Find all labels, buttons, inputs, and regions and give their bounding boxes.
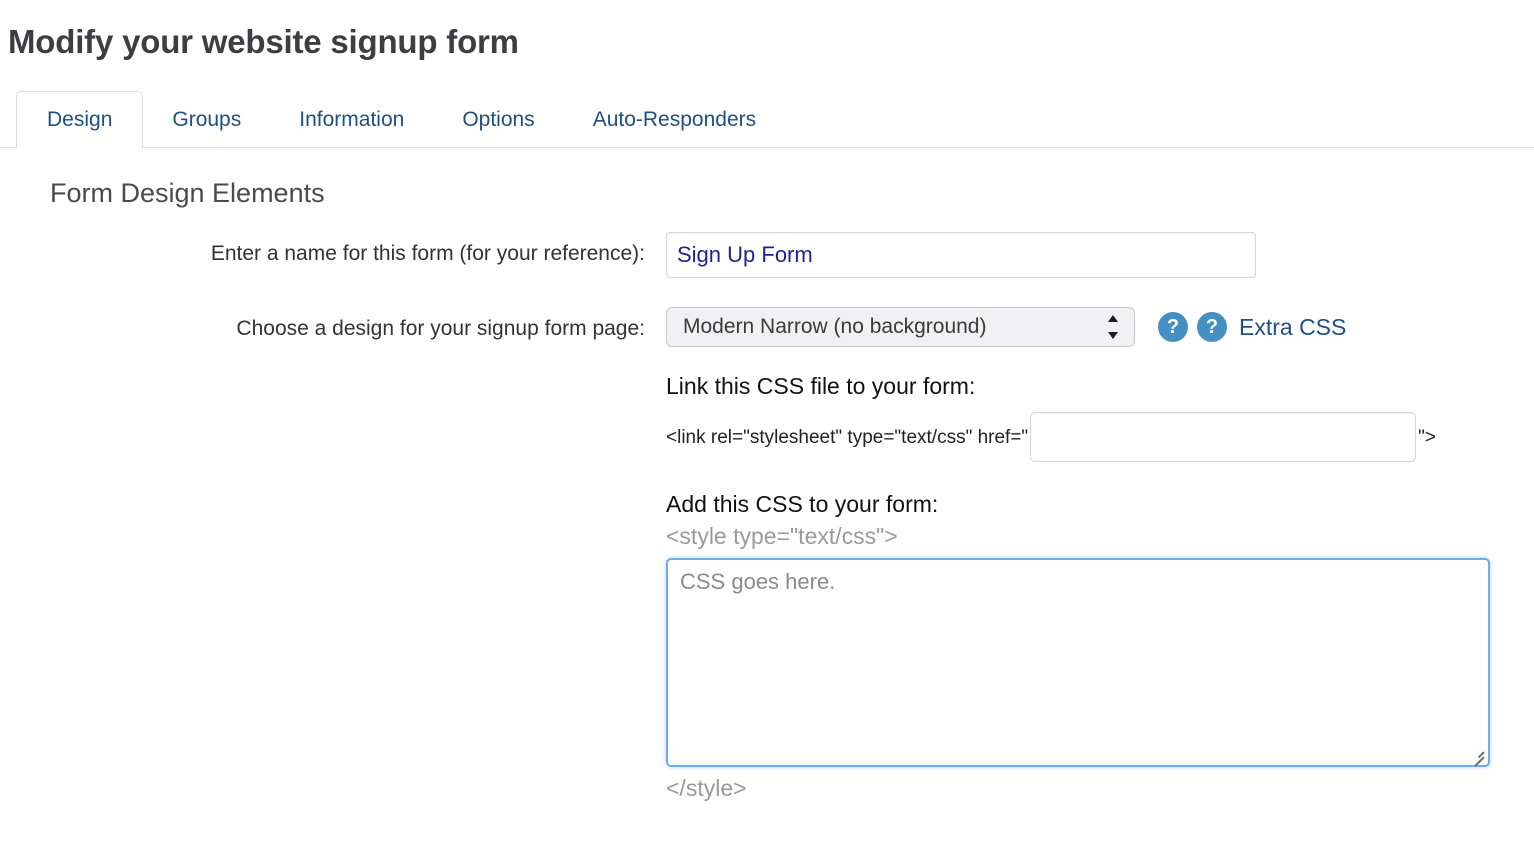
tab-auto-responders-label: Auto-Responders (592, 108, 757, 131)
css-textarea[interactable] (666, 558, 1490, 767)
extra-css-link[interactable]: Extra CSS (1239, 314, 1346, 341)
link-code-prefix: <link rel="stylesheet" type="text/css" h… (666, 426, 1029, 448)
select-stepper-arrows-icon (1107, 315, 1118, 339)
design-select[interactable]: Modern Narrow (no background) (666, 307, 1135, 347)
link-css-code-line: <link rel="stylesheet" type="text/css" h… (666, 412, 1534, 462)
help-question-icon-2[interactable]: ? (1197, 312, 1227, 342)
tab-design-label: Design (47, 108, 113, 131)
form-name-row: Enter a name for this form (for your ref… (0, 232, 1534, 278)
form-name-input[interactable] (666, 232, 1256, 278)
tab-groups-label: Groups (172, 108, 242, 131)
add-css-heading: Add this CSS to your form: (666, 491, 939, 517)
tab-auto-responders[interactable]: Auto-Responders (564, 91, 785, 149)
form-rows: Enter a name for this form (for your ref… (0, 232, 1534, 347)
tab-information[interactable]: Information (270, 91, 433, 149)
css-textarea-wrap (666, 558, 1490, 767)
tab-list: Design Groups Information Options Auto-R… (16, 84, 1534, 149)
style-close-tag-text: </style> (666, 775, 747, 801)
design-select-value: Modern Narrow (no background) (683, 315, 987, 338)
css-href-input[interactable] (1030, 412, 1417, 462)
tab-options-label: Options (462, 108, 535, 131)
form-name-label: Enter a name for this form (for your ref… (210, 242, 645, 265)
section-title: Form Design Elements (50, 178, 325, 208)
link-code-suffix: "> (1418, 426, 1437, 448)
design-select-label: Choose a design for your signup form pag… (236, 317, 645, 340)
design-select-row: Choose a design for your signup form pag… (0, 307, 1534, 347)
tab-design[interactable]: Design (16, 91, 144, 149)
extra-css-block: Link this CSS file to your form: <link r… (666, 371, 1534, 803)
form-name-field-wrap (645, 232, 1256, 278)
design-select-group: Modern Narrow (no background) ? ? Extra … (666, 307, 1346, 347)
link-css-heading: Link this CSS file to your form: (666, 373, 976, 399)
page-title: Modify your website signup form (8, 23, 519, 60)
tab-options[interactable]: Options (433, 91, 563, 149)
help-question-icon-1[interactable]: ? (1158, 312, 1188, 342)
tab-bar: Design Groups Information Options Auto-R… (0, 84, 1534, 149)
style-open-tag-text: <style type="text/css"> (666, 523, 898, 549)
design-select-field-wrap: Modern Narrow (no background) ? ? Extra … (645, 307, 1346, 347)
tab-information-label: Information (299, 108, 405, 131)
tab-groups[interactable]: Groups (143, 91, 270, 149)
design-panel: Form Design Elements Enter a name for th… (0, 148, 1534, 803)
